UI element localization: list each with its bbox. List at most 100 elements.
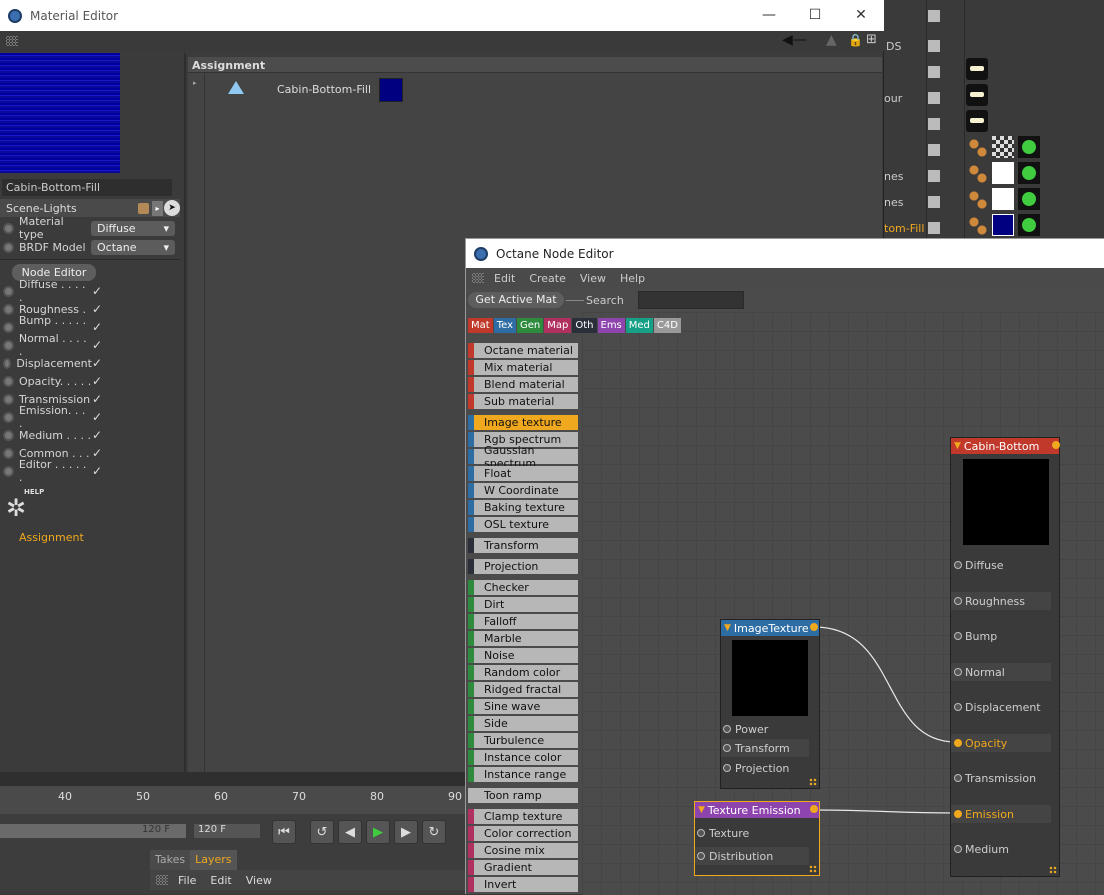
search-input[interactable] (638, 291, 744, 309)
channel-displacement[interactable]: Displacement ✓ (0, 354, 110, 372)
node-editor-titlebar[interactable]: Octane Node Editor (466, 239, 1104, 268)
input-pin[interactable] (954, 810, 962, 818)
checkmark-icon[interactable]: ✓ (92, 284, 102, 298)
port-roughness[interactable]: Roughness (951, 592, 1051, 610)
port-power[interactable]: Power (721, 720, 809, 738)
material-tag-icon[interactable] (992, 188, 1014, 210)
go-start-button[interactable]: ⏮ (272, 820, 296, 844)
prev-key-button[interactable]: ↺ (310, 820, 334, 844)
menu-help[interactable]: Help (620, 272, 645, 285)
channel-normal[interactable]: Normal . . . . . ✓ (0, 332, 110, 358)
resize-handle-icon[interactable] (1049, 866, 1057, 874)
frame-slider[interactable]: 120 F (0, 824, 186, 838)
object-row-label[interactable]: our (884, 92, 902, 105)
input-pin[interactable] (954, 632, 962, 640)
phong-tag-icon[interactable] (968, 216, 988, 236)
library-item[interactable]: Noise (468, 648, 578, 663)
material-tag-icon[interactable] (992, 136, 1014, 158)
tab-takes[interactable]: Takes (150, 850, 191, 870)
next-key-button[interactable]: ↻ (422, 820, 446, 844)
library-item[interactable]: Marble (468, 631, 578, 646)
channel-opacity[interactable]: Opacity. . . . . ✓ (0, 372, 110, 390)
material-tag-icon[interactable] (992, 214, 1014, 236)
library-item[interactable]: OSL texture (468, 517, 578, 532)
checkmark-icon[interactable]: ✓ (92, 464, 102, 478)
object-row-label[interactable]: tom-Fill (884, 222, 924, 235)
menu-view[interactable]: View (580, 272, 606, 285)
collapse-arrow-icon[interactable]: ▼ (954, 441, 961, 451)
library-item[interactable]: Clamp texture (468, 809, 578, 824)
menu-create[interactable]: Create (529, 272, 566, 285)
next-frame-button[interactable]: ▶ (394, 820, 418, 844)
output-pin[interactable] (810, 805, 818, 813)
library-item-selected[interactable]: Image texture (468, 415, 578, 430)
port-emission[interactable]: Emission (951, 805, 1051, 823)
material-editor-titlebar[interactable]: Material Editor — ☐ ✕ (0, 0, 884, 31)
channel-medium[interactable]: Medium . . . . ✓ (0, 426, 110, 444)
library-item[interactable]: Falloff (468, 614, 578, 629)
category-tab[interactable]: Map (544, 318, 572, 333)
library-item[interactable]: Color correction (468, 826, 578, 841)
menu-view[interactable]: View (246, 874, 272, 887)
texture-emission-node[interactable]: ▼ Texture Emission Texture Distribution (694, 801, 820, 876)
radio-icon[interactable] (3, 393, 14, 405)
input-pin[interactable] (954, 774, 962, 782)
library-item[interactable]: Dirt (468, 597, 578, 612)
channel-emission[interactable]: Emission. . . . ✓ (0, 404, 110, 430)
input-pin[interactable] (954, 703, 962, 711)
light-tag-icon[interactable] (966, 58, 988, 80)
layer-arrow-icon[interactable]: ▸ (152, 200, 163, 216)
library-item[interactable]: Blend material (468, 377, 578, 392)
material-preview[interactable] (0, 53, 120, 173)
radio-icon[interactable] (3, 429, 14, 441)
input-pin[interactable] (697, 852, 705, 860)
input-pin[interactable] (954, 845, 962, 853)
phong-tag-icon[interactable] (968, 190, 988, 210)
maximize-button[interactable]: ☐ (792, 0, 838, 30)
collapse-arrow-icon[interactable]: ▼ (698, 805, 705, 815)
library-item[interactable]: W Coordinate (468, 483, 578, 498)
checkmark-icon[interactable]: ✓ (92, 302, 102, 316)
input-pin[interactable] (723, 725, 731, 733)
up-arrow-icon[interactable]: ▲ (826, 32, 837, 48)
light-tag-icon[interactable] (966, 110, 988, 132)
category-tab[interactable]: Gen (517, 318, 544, 333)
material-node[interactable]: ▼ Cabin-Bottom Diffuse Roughness Bump Nor… (950, 437, 1060, 877)
input-pin[interactable] (723, 764, 731, 772)
library-item[interactable]: Toon ramp (468, 788, 578, 803)
lock-icon[interactable]: 🔒 (848, 33, 863, 47)
library-item[interactable]: Instance range (468, 767, 578, 782)
checkmark-icon[interactable]: ✓ (92, 374, 102, 388)
port-projection[interactable]: Projection (721, 759, 809, 777)
library-item[interactable]: Side (468, 716, 578, 731)
port-medium[interactable]: Medium (951, 840, 1051, 858)
object-row-label[interactable]: nes (884, 170, 903, 183)
port-transform[interactable]: Transform (721, 739, 809, 757)
input-pin[interactable] (954, 597, 962, 605)
category-tab[interactable]: Mat (468, 318, 493, 333)
layer-color-swatch[interactable] (138, 202, 149, 214)
resize-handle-icon[interactable] (809, 778, 817, 786)
expand-arrow-icon[interactable]: ▸ (193, 79, 197, 87)
checkmark-icon[interactable]: ✓ (92, 410, 102, 424)
octane-tag-icon[interactable] (1018, 188, 1040, 210)
material-name-field[interactable]: Cabin-Bottom-Fill (2, 179, 172, 196)
imagetexture-node[interactable]: ▼ ImageTexture Power Transform Projection (720, 619, 820, 789)
library-item[interactable]: Projection (468, 559, 578, 574)
back-arrow-icon[interactable]: ◀— (782, 32, 807, 48)
prev-frame-button[interactable]: ◀ (338, 820, 362, 844)
radio-icon[interactable] (3, 411, 14, 423)
checkmark-icon[interactable]: ✓ (92, 392, 102, 406)
library-item[interactable]: Sub material (468, 394, 578, 409)
radio-icon[interactable] (3, 303, 14, 315)
menu-edit[interactable]: Edit (494, 272, 515, 285)
port-normal[interactable]: Normal (951, 663, 1051, 681)
collapse-arrow-icon[interactable]: ▼ (724, 623, 731, 633)
library-item[interactable]: Random color (468, 665, 578, 680)
library-item[interactable]: Sine wave (468, 699, 578, 714)
input-pin[interactable] (954, 668, 962, 676)
phong-tag-icon[interactable] (968, 164, 988, 184)
radio-icon[interactable] (3, 222, 14, 234)
output-pin[interactable] (810, 623, 818, 631)
library-item[interactable]: Invert (468, 877, 578, 892)
